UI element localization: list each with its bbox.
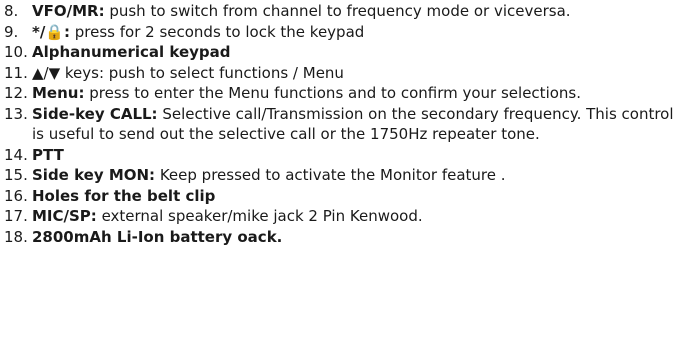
document-page: 8. VFO/MR: push to switch from channel t… (0, 0, 692, 358)
item-body: 2800mAh Li-Ion battery oack. (28, 227, 692, 248)
list-item: 8. VFO/MR: push to switch from channel t… (0, 1, 692, 22)
item-text: press for 2 seconds to lock the keypad (70, 22, 365, 41)
item-body: VFO/MR: push to switch from channel to f… (28, 1, 692, 22)
item-number: 12. (4, 84, 28, 102)
item-text: push to switch from channel to frequency… (104, 2, 571, 20)
item-term: Menu: (32, 84, 85, 102)
item-term: MIC/SP: (32, 207, 97, 225)
item-number: 13. (4, 104, 28, 123)
item-term: Alphanumerical keypad (32, 43, 231, 61)
item-body: Side-key CALL: Selective call/Transmissi… (28, 104, 692, 145)
item-text: ▲/▼ keys: push to select functions / Men… (32, 63, 344, 82)
item-number: 14. (4, 145, 28, 164)
item-term: */🔒: (32, 22, 70, 41)
item-term: VFO/MR: (32, 2, 105, 20)
item-body: */🔒: press for 2 seconds to lock the key… (28, 22, 692, 43)
item-body: MIC/SP: external speaker/mike jack 2 Pin… (28, 206, 692, 227)
item-term: Holes for the belt clip (32, 186, 216, 205)
item-term: Side-key CALL: (32, 104, 158, 123)
list-item: 9. */🔒: press for 2 seconds to lock the … (0, 22, 692, 43)
item-number: 8. (4, 2, 19, 20)
item-body: Menu: press to enter the Menu functions … (28, 83, 692, 104)
item-number: 17. (4, 207, 28, 225)
list-item: 18. 2800mAh Li-Ion battery oack. (0, 227, 692, 248)
list-item: 10. Alphanumerical keypad (0, 42, 692, 63)
list-item: 12. Menu: press to enter the Menu functi… (0, 83, 692, 104)
item-term: 2800mAh Li-Ion battery oack. (32, 227, 283, 246)
item-text: external speaker/mike jack 2 Pin Kenwood… (96, 207, 423, 225)
item-text: press to enter the Menu functions and to… (84, 84, 581, 102)
item-term: PTT (32, 145, 64, 164)
item-body: Side key MON: Keep pressed to activate t… (28, 165, 692, 186)
list-item: 11. ▲/▼ keys: push to select functions /… (0, 63, 692, 84)
item-number: 11. (4, 63, 28, 82)
item-body: PTT (28, 145, 692, 166)
item-text: Keep pressed to activate the Monitor fea… (155, 166, 506, 184)
list-item: 15. Side key MON: Keep pressed to activa… (0, 165, 692, 186)
list-item: 16. Holes for the belt clip (0, 186, 692, 207)
item-number: 16. (4, 186, 28, 205)
item-number: 18. (4, 227, 28, 246)
item-term: Side key MON: (32, 166, 156, 184)
item-body: ▲/▼ keys: push to select functions / Men… (28, 63, 692, 84)
item-number: 15. (4, 166, 28, 184)
item-body: Holes for the belt clip (28, 186, 692, 207)
item-number: 9. (4, 22, 19, 41)
component-list: 8. VFO/MR: push to switch from channel t… (0, 1, 692, 247)
item-number: 10. (4, 43, 28, 61)
list-item: 14. PTT (0, 145, 692, 166)
item-body: Alphanumerical keypad (28, 42, 692, 63)
list-item: 13. Side-key CALL: Selective call/Transm… (0, 104, 692, 145)
list-item: 17. MIC/SP: external speaker/mike jack 2… (0, 206, 692, 227)
